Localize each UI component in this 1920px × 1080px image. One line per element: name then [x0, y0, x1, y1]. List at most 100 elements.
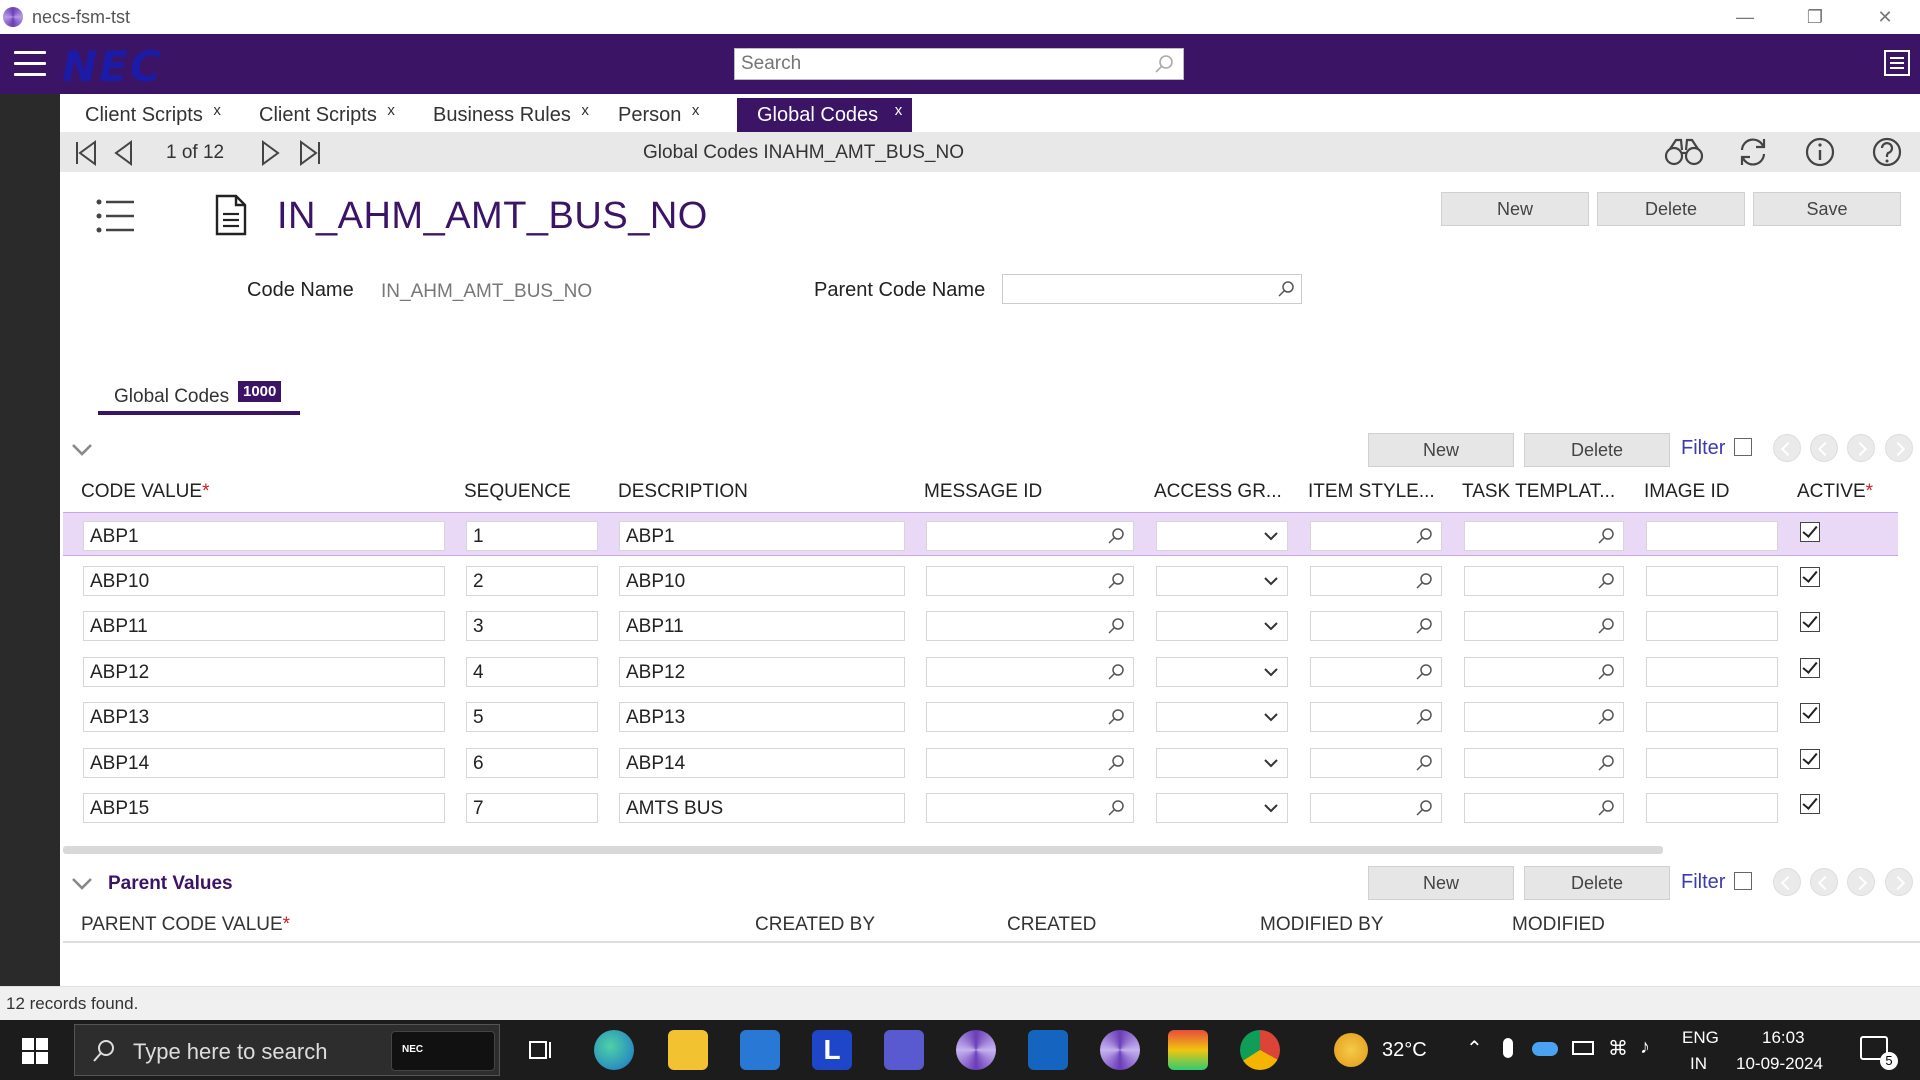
- code-value-cell[interactable]: ABP12: [83, 656, 445, 687]
- lookup-search-icon[interactable]: [1415, 663, 1433, 681]
- lookup-search-icon[interactable]: [1107, 754, 1125, 772]
- parent-code-name-field[interactable]: [1002, 274, 1302, 304]
- task-template-cell[interactable]: [1464, 565, 1624, 596]
- bluestacks-icon[interactable]: [1168, 1030, 1208, 1070]
- access-group-select[interactable]: [1156, 747, 1288, 778]
- code-value-cell[interactable]: ABP11: [83, 611, 445, 641]
- grid-next-page-button[interactable]: [1847, 434, 1875, 462]
- panel-toggle-icon[interactable]: [1884, 50, 1910, 76]
- table-row[interactable]: ABP12 4 ABP12: [63, 649, 1898, 693]
- tab-close-icon[interactable]: x: [213, 102, 221, 119]
- col-created-by[interactable]: CREATED BY: [755, 914, 875, 936]
- clock-time[interactable]: 16:03: [1762, 1028, 1805, 1048]
- restore-button[interactable]: ❐: [1780, 0, 1850, 34]
- table-row[interactable]: ABP13 5 ABP13: [63, 694, 1898, 738]
- message-id-cell[interactable]: [926, 656, 1134, 687]
- image-id-cell[interactable]: [1646, 565, 1778, 596]
- table-row[interactable]: ABP14 6 ABP14: [63, 740, 1898, 784]
- tray-expand-icon[interactable]: ⌃: [1466, 1036, 1483, 1061]
- code-value-cell[interactable]: ABP15: [83, 793, 445, 823]
- image-id-cell[interactable]: [1646, 521, 1778, 551]
- lookup-search-icon[interactable]: [1107, 617, 1125, 635]
- col-modified[interactable]: MODIFIED: [1512, 914, 1605, 936]
- col-task-template[interactable]: TASK TEMPLAT...: [1462, 481, 1615, 503]
- sequence-cell[interactable]: 7: [466, 793, 598, 823]
- table-row[interactable]: ABP11 3 ABP11: [63, 603, 1898, 647]
- col-message-id[interactable]: MESSAGE ID: [924, 481, 1042, 503]
- col-image-id[interactable]: IMAGE ID: [1644, 481, 1730, 503]
- item-style-cell[interactable]: [1310, 521, 1442, 551]
- chrome-icon[interactable]: [1240, 1030, 1280, 1070]
- save-button[interactable]: Save: [1753, 192, 1901, 226]
- description-cell[interactable]: ABP14: [619, 747, 905, 778]
- sequence-cell[interactable]: 6: [466, 747, 598, 778]
- edge-browser-icon[interactable]: [594, 1030, 634, 1070]
- mail-icon[interactable]: [740, 1030, 780, 1070]
- grid-filter-checkbox[interactable]: [1734, 438, 1752, 456]
- sequence-cell[interactable]: 3: [466, 611, 598, 641]
- sequence-cell[interactable]: 1: [466, 521, 598, 551]
- table-row[interactable]: ABP10 2 ABP10: [63, 558, 1898, 602]
- language-top[interactable]: ENG: [1682, 1028, 1719, 1048]
- active-checkbox[interactable]: [1800, 703, 1820, 723]
- lookup-search-icon[interactable]: [1107, 663, 1125, 681]
- microphone-icon[interactable]: [1503, 1038, 1513, 1058]
- tab-business-rules[interactable]: Business Rules x: [408, 98, 589, 132]
- code-value-cell[interactable]: ABP13: [83, 702, 445, 732]
- tab-client-scripts-1[interactable]: Client Scripts x: [60, 98, 221, 132]
- binoculars-icon[interactable]: [1664, 136, 1704, 168]
- pv-filter-checkbox[interactable]: [1734, 872, 1752, 890]
- col-active[interactable]: ACTIVE*: [1797, 481, 1873, 503]
- message-id-cell[interactable]: [926, 565, 1134, 596]
- message-id-cell[interactable]: [926, 747, 1134, 778]
- collapse-chevron-icon[interactable]: [70, 442, 94, 458]
- onedrive-icon[interactable]: [1532, 1042, 1558, 1056]
- lookup-search-icon[interactable]: [1415, 527, 1433, 545]
- windows-start-icon[interactable]: [22, 1038, 48, 1064]
- item-style-cell[interactable]: [1310, 793, 1442, 823]
- sequence-cell[interactable]: 5: [466, 702, 598, 732]
- access-group-select[interactable]: [1156, 793, 1288, 823]
- battery-icon[interactable]: [1572, 1041, 1594, 1055]
- app-l-icon[interactable]: L: [812, 1030, 852, 1070]
- fsm-app-icon[interactable]: [956, 1030, 996, 1070]
- outlook-icon[interactable]: [1028, 1030, 1068, 1070]
- lookup-search-icon[interactable]: [1415, 754, 1433, 772]
- weather-temp[interactable]: 32°C: [1382, 1039, 1427, 1062]
- access-group-select[interactable]: [1156, 611, 1288, 641]
- search-highlight-thumbnail[interactable]: NEC: [391, 1031, 495, 1071]
- col-description[interactable]: DESCRIPTION: [618, 481, 748, 503]
- access-group-select[interactable]: [1156, 521, 1288, 551]
- lookup-search-icon[interactable]: [1277, 280, 1295, 298]
- active-checkbox[interactable]: [1800, 748, 1820, 769]
- tab-global-codes[interactable]: Global Codes x: [737, 98, 913, 132]
- active-checkbox[interactable]: [1800, 794, 1820, 814]
- col-parent-code-value[interactable]: PARENT CODE VALUE*: [81, 914, 290, 936]
- tab-close-icon[interactable]: x: [895, 102, 903, 119]
- close-window-button[interactable]: ✕: [1850, 0, 1920, 34]
- pv-delete-button[interactable]: Delete: [1524, 866, 1670, 900]
- volume-icon[interactable]: ♪: [1640, 1036, 1650, 1059]
- grid-prev-page-button[interactable]: [1810, 434, 1838, 462]
- lookup-search-icon[interactable]: [1107, 799, 1125, 817]
- lookup-search-icon[interactable]: [1597, 572, 1615, 590]
- help-icon[interactable]: [1871, 136, 1903, 168]
- table-row[interactable]: ABP1 1 ABP1: [63, 512, 1898, 556]
- item-style-cell[interactable]: [1310, 611, 1442, 641]
- hamburger-menu-icon[interactable]: [14, 51, 46, 77]
- lookup-search-icon[interactable]: [1415, 708, 1433, 726]
- global-search[interactable]: [734, 48, 1184, 80]
- refresh-icon[interactable]: [1737, 136, 1769, 168]
- active-checkbox[interactable]: [1800, 612, 1820, 632]
- previous-record-icon[interactable]: [112, 140, 134, 166]
- task-template-cell[interactable]: [1464, 747, 1624, 778]
- message-id-cell[interactable]: [926, 793, 1134, 823]
- lookup-search-icon[interactable]: [1597, 799, 1615, 817]
- lookup-search-icon[interactable]: [1415, 617, 1433, 635]
- weather-icon[interactable]: [1334, 1033, 1368, 1067]
- access-group-select[interactable]: [1156, 565, 1288, 596]
- item-style-cell[interactable]: [1310, 565, 1442, 596]
- parent-collapse-chevron-icon[interactable]: [70, 876, 94, 892]
- message-id-cell[interactable]: [926, 611, 1134, 641]
- task-template-cell[interactable]: [1464, 521, 1624, 551]
